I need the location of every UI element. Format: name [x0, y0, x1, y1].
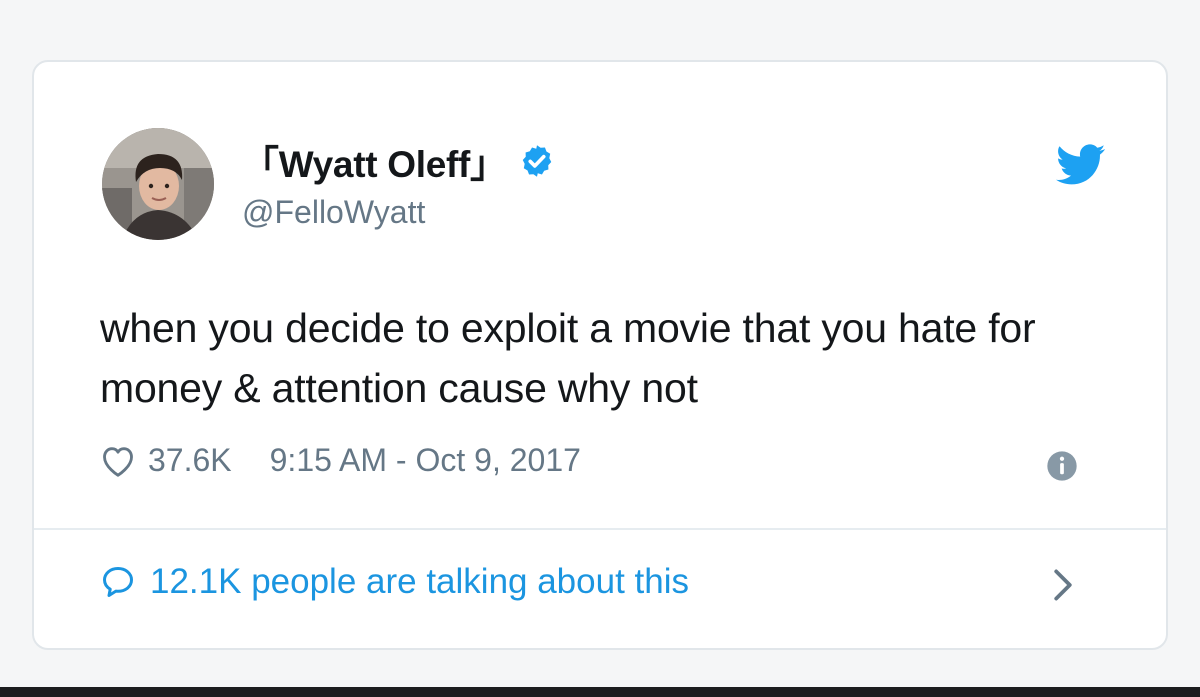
avatar-photo — [102, 128, 214, 240]
avatar[interactable] — [102, 128, 214, 240]
divider — [34, 528, 1166, 530]
timestamp[interactable]: 9:15 AM - Oct 9, 2017 — [270, 442, 581, 479]
verified-badge-icon — [522, 145, 551, 177]
tweet-meta: 37.6K 9:15 AM - Oct 9, 2017 — [100, 442, 581, 479]
chevron-right-icon[interactable] — [1052, 568, 1074, 602]
tweet-card[interactable]: 「Wyatt Oleff」 @FelloWyatt when you decid… — [32, 60, 1168, 650]
reply-bubble-icon — [103, 567, 133, 597]
tweet-text: when you decide to exploit a movie that … — [100, 305, 1036, 411]
handle[interactable]: @FelloWyatt — [242, 194, 425, 231]
twitter-bird-icon[interactable] — [1056, 144, 1106, 186]
display-name[interactable]: 「Wyatt Oleff」 — [242, 134, 507, 188]
screen-edge — [0, 687, 1200, 697]
conversation-link[interactable]: 12.1K people are talking about this — [100, 562, 689, 602]
conversation-count-label: 12.1K people are talking about this — [150, 562, 689, 601]
info-icon[interactable] — [1046, 450, 1078, 482]
heart-icon[interactable] — [100, 444, 136, 478]
likes-count[interactable]: 37.6K — [148, 442, 232, 479]
author-row: 「Wyatt Oleff」 — [242, 134, 555, 188]
